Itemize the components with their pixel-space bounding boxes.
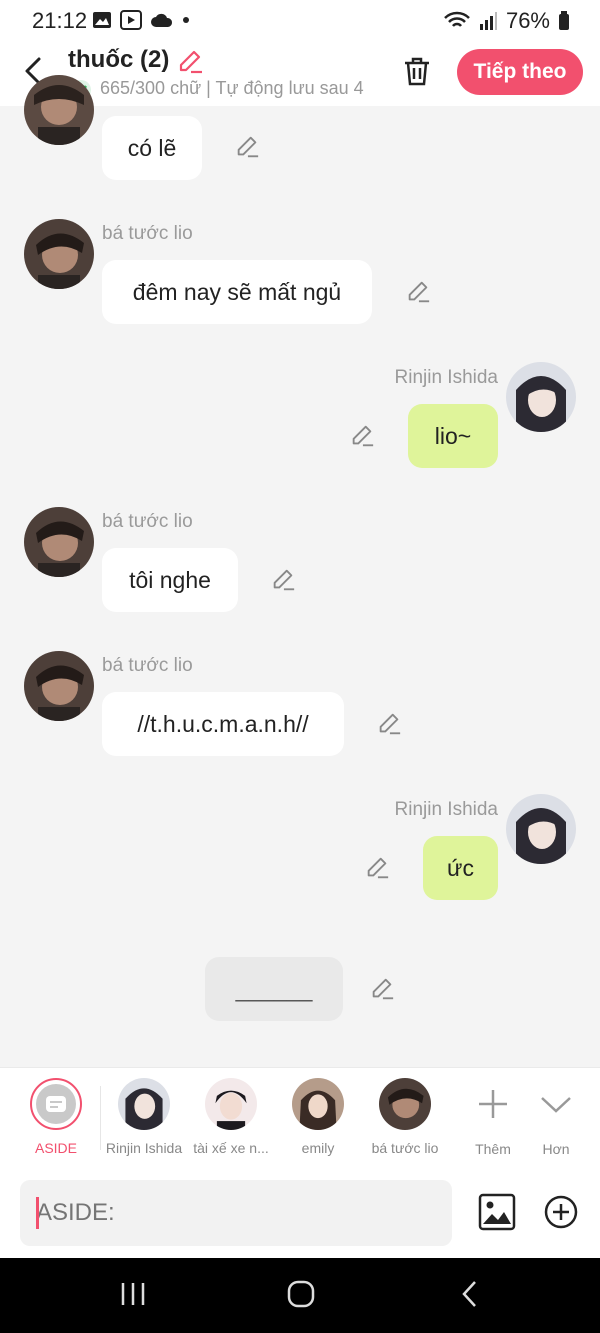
roster-more[interactable]: Hơn xyxy=(514,1078,598,1157)
battery-icon xyxy=(559,11,569,30)
edit-message-icon[interactable] xyxy=(405,279,431,305)
avatar-rinjin-ishida[interactable] xyxy=(506,362,576,432)
speaker-name: Rinjin Ishida xyxy=(394,367,499,388)
gallery-icon xyxy=(93,12,111,28)
next-button[interactable]: Tiếp theo xyxy=(457,49,583,95)
word-count-autosave: 665/300 chữ | Tự động lưu sau 4 xyxy=(100,78,364,98)
message-bubble[interactable]: tôi nghe xyxy=(102,548,238,612)
add-circle-icon[interactable] xyxy=(544,1195,578,1229)
avatar-ba-tuoc-lio[interactable] xyxy=(24,507,94,577)
aside-avatar xyxy=(30,1078,82,1130)
avatar xyxy=(118,1078,170,1130)
roster-ba-tuoc-lio[interactable]: bá tước lio xyxy=(357,1078,453,1156)
roster-tai-xe[interactable]: tài xế xe n... xyxy=(183,1078,279,1156)
video-app-icon xyxy=(120,10,142,30)
edit-message-icon[interactable] xyxy=(234,134,260,160)
cloud-icon xyxy=(151,13,173,27)
home-icon[interactable] xyxy=(286,1280,316,1308)
signal-icon xyxy=(479,12,497,30)
character-roster: ASIDE Rinjin Ishida tài xế xe n... emily… xyxy=(0,1067,600,1168)
page-title: thuốc (2) xyxy=(68,46,170,73)
avatar-ba-tuoc-lio[interactable] xyxy=(24,75,94,145)
speaker-name: Rinjin Ishida xyxy=(394,799,499,820)
status-left-icons xyxy=(92,10,190,30)
back-nav-icon[interactable] xyxy=(458,1280,482,1308)
roster-aside[interactable]: ASIDE xyxy=(8,1078,104,1156)
plus-icon xyxy=(479,1090,507,1118)
roster-emily[interactable]: emily xyxy=(270,1078,366,1156)
battery-text: 76% xyxy=(505,8,550,33)
status-time: 21:12 xyxy=(32,8,88,33)
roster-label: Hơn xyxy=(542,1141,570,1157)
roster-label: bá tước lio xyxy=(371,1140,439,1156)
avatar xyxy=(292,1078,344,1130)
wifi-icon xyxy=(444,11,470,27)
message-bubble[interactable]: đêm nay sẽ mất ngủ xyxy=(102,260,372,324)
recent-apps-icon[interactable] xyxy=(118,1280,148,1308)
avatar xyxy=(379,1078,431,1130)
status-right: 76% xyxy=(444,8,570,34)
roster-rinjin-ishida[interactable]: Rinjin Ishida xyxy=(96,1078,192,1156)
speaker-name: bá tước lio xyxy=(102,223,193,244)
edit-message-icon[interactable] xyxy=(349,423,375,449)
message-bubble[interactable]: có lẽ xyxy=(102,116,202,180)
roster-label: Rinjin Ishida xyxy=(105,1140,183,1156)
message-input[interactable] xyxy=(20,1180,452,1246)
avatar xyxy=(205,1078,257,1130)
edit-message-icon[interactable] xyxy=(369,976,395,1002)
roster-label: tài xế xe n... xyxy=(193,1140,269,1156)
message-bubble-self[interactable]: ức xyxy=(423,836,498,900)
chevron-down-icon xyxy=(541,1097,571,1113)
roster-label: emily xyxy=(301,1140,335,1156)
dot-icon xyxy=(183,17,189,23)
image-icon[interactable] xyxy=(478,1193,516,1231)
trash-icon[interactable] xyxy=(402,55,432,87)
edit-title-icon[interactable] xyxy=(176,48,204,76)
aside-chat-icon xyxy=(36,1084,76,1124)
text-cursor xyxy=(36,1197,39,1229)
aside-bubble[interactable]: ______ xyxy=(205,957,343,1021)
edit-message-icon[interactable] xyxy=(270,567,296,593)
avatar-ba-tuoc-lio[interactable] xyxy=(24,651,94,721)
message-bubble[interactable]: //t.h.u.c.m.a.n.h// xyxy=(102,692,344,756)
avatar-ba-tuoc-lio[interactable] xyxy=(24,219,94,289)
edit-message-icon[interactable] xyxy=(364,855,390,881)
avatar-rinjin-ishida[interactable] xyxy=(506,794,576,864)
message-bubble-self[interactable]: lio~ xyxy=(408,404,498,468)
roster-label: ASIDE xyxy=(34,1140,77,1156)
edit-message-icon[interactable] xyxy=(376,711,402,737)
speaker-name: bá tước lio xyxy=(102,511,193,532)
speaker-name: bá tước lio xyxy=(102,655,193,676)
